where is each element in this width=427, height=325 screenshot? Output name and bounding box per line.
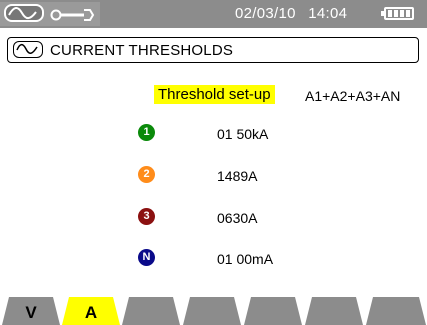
phase-2-badge: 2 [138,166,155,183]
waveform-icon[interactable] [4,4,44,22]
screen-header: CURRENT THRESHOLDS [7,37,419,63]
wrench-icon[interactable] [50,8,96,22]
status-date: 02/03/10 [235,5,296,22]
tab-empty-3[interactable] [122,297,180,325]
page-title: CURRENT THRESHOLDS [50,42,234,59]
phase-1-badge: 1 [138,124,155,141]
status-bar: 02/03/10 14:04 [0,0,427,30]
tab-empty-6[interactable] [305,297,363,325]
neutral-badge: N [138,249,155,266]
tab-empty-4[interactable] [183,297,241,325]
phase-3-threshold[interactable]: 0630A [217,210,257,226]
screen: 02/03/10 14:04 CURRENT THRESHOLDS Thresh… [0,0,427,325]
waveform-icon [13,41,43,58]
tab-empty-7[interactable] [366,297,426,325]
mode-area [0,2,100,26]
phase-3-badge: 3 [138,208,155,225]
neutral-threshold[interactable]: 01 00mA [217,251,273,267]
tab-bar: V A [0,297,427,325]
tab-voltage[interactable]: V [2,297,60,325]
tab-current[interactable]: A [62,297,120,325]
datetime-display: 02/03/10 14:04 [235,5,355,22]
threshold-selection[interactable]: A1+A2+A3+AN [305,88,400,104]
battery-icon [381,7,414,20]
threshold-setup-label[interactable]: Threshold set-up [154,85,275,104]
tab-empty-5[interactable] [244,297,302,325]
phase-2-threshold[interactable]: 1489A [217,168,257,184]
status-time: 14:04 [308,5,348,22]
phase-1-threshold[interactable]: 01 50kA [217,126,268,142]
